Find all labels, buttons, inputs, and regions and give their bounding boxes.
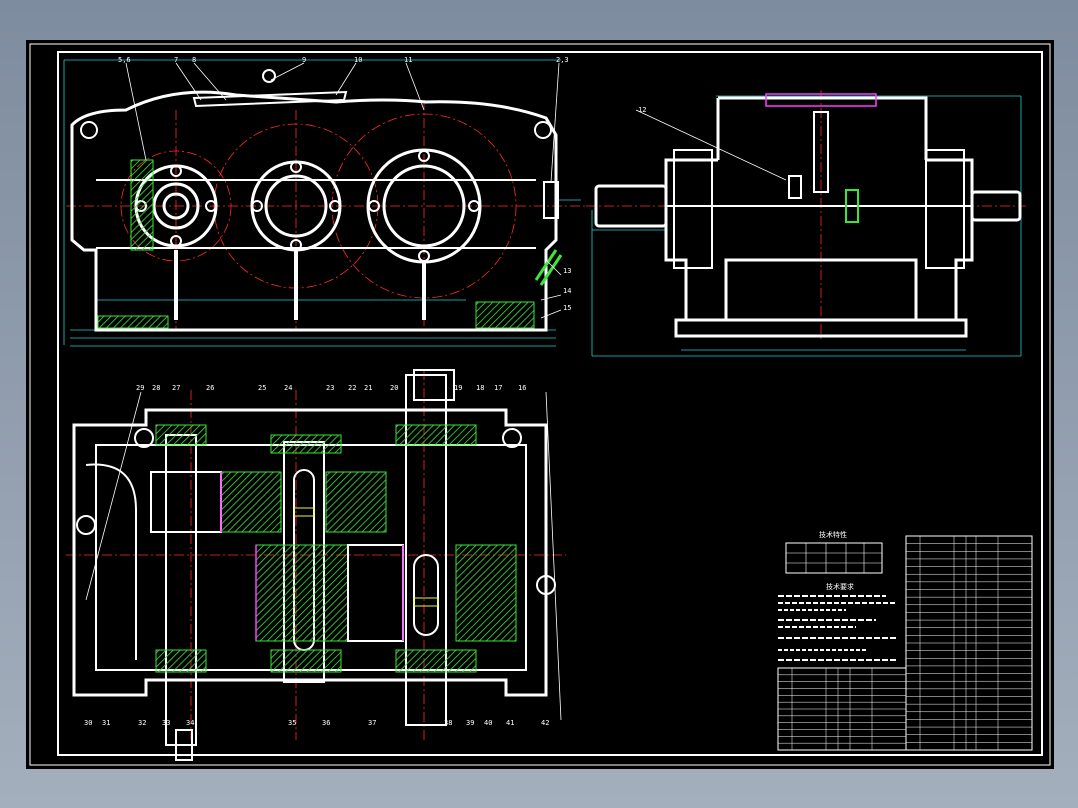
front-view (63, 59, 586, 347)
plan-view-balloon: 35 (288, 719, 296, 727)
plan-view-balloon: 38 (444, 719, 452, 727)
plan-view-bottom-balloons: 30 31 32 33 34 35 36 37 38 39 40 41 42 (84, 719, 549, 727)
plan-view-top-balloons: 29 28 27 26 25 24 23 22 21 20 19 18 17 16 (136, 384, 526, 392)
plan-view-balloon: 21 (364, 384, 372, 392)
front-view-balloon: 10 (354, 56, 362, 64)
plan-view (66, 369, 566, 761)
plan-view-balloon: 32 (138, 719, 146, 727)
side-view-centerlines (586, 90, 1026, 340)
tech-req-title: 技术要求 (826, 582, 854, 591)
side-view (586, 90, 1026, 357)
balloon-labels: 5,6 7 8 9 10 11 2,3 13 14 15 12 29 28 27 26 25 24 23 22… (84, 56, 646, 727)
front-view-balloon: 11 (404, 56, 412, 64)
cad-viewport[interactable]: 5,6 7 8 9 10 11 2,3 13 14 15 12 29 28 27 26 25 24 23 22… (0, 0, 1078, 808)
plan-view-balloon: 23 (326, 384, 334, 392)
front-view-balloon: 14 (563, 287, 571, 295)
plan-view-balloon: 27 (172, 384, 180, 392)
front-view-balloon: 9 (302, 56, 306, 64)
front-view-balloon: 7 (174, 56, 178, 64)
plan-view-balloon: 34 (186, 719, 194, 727)
plan-view-balloon: 19 (454, 384, 462, 392)
plan-view-balloon: 40 (484, 719, 492, 727)
plan-view-balloon: 39 (466, 719, 474, 727)
tech-spec-title: 技术特性 (819, 530, 847, 539)
plan-view-balloon: 17 (494, 384, 502, 392)
front-view-balloon: 2,3 (556, 56, 569, 64)
plan-view-balloon: 24 (284, 384, 292, 392)
plan-view-balloon: 16 (518, 384, 526, 392)
front-view-balloon: 5,6 (118, 56, 131, 64)
plan-view-balloon: 20 (390, 384, 398, 392)
plan-view-balloon: 41 (506, 719, 514, 727)
tech-requirements-text (778, 595, 896, 661)
plan-view-balloon: 33 (162, 719, 170, 727)
plan-view-balloon: 29 (136, 384, 144, 392)
plan-view-balloon: 25 (258, 384, 266, 392)
plan-view-balloon: 28 (152, 384, 160, 392)
plan-view-balloon: 31 (102, 719, 110, 727)
front-view-balloon: 13 (563, 267, 571, 275)
plan-view-balloon: 18 (476, 384, 484, 392)
tech-spec-table (785, 542, 883, 574)
technical-block: 技术特性 技术要求 (777, 530, 1033, 751)
gearbox-assembly-drawing: 5,6 7 8 9 10 11 2,3 13 14 15 12 29 28 27 26 25 24 23 22… (29, 43, 1051, 766)
plan-view-balloon: 36 (322, 719, 330, 727)
side-view-balloon: 12 (638, 106, 646, 114)
plan-view-balloon: 37 (368, 719, 376, 727)
front-view-balloon: 8 (192, 56, 196, 64)
drawing-sheet[interactable]: 5,6 7 8 9 10 11 2,3 13 14 15 12 29 28 27 26 25 24 23 22… (26, 40, 1054, 769)
front-view-balloon: 15 (563, 304, 571, 312)
plan-view-balloon: 22 (348, 384, 356, 392)
front-view-right-balloons: 13 14 15 (563, 267, 571, 312)
plan-view-balloon: 30 (84, 719, 92, 727)
plan-view-balloon: 26 (206, 384, 214, 392)
plan-view-balloon: 42 (541, 719, 549, 727)
